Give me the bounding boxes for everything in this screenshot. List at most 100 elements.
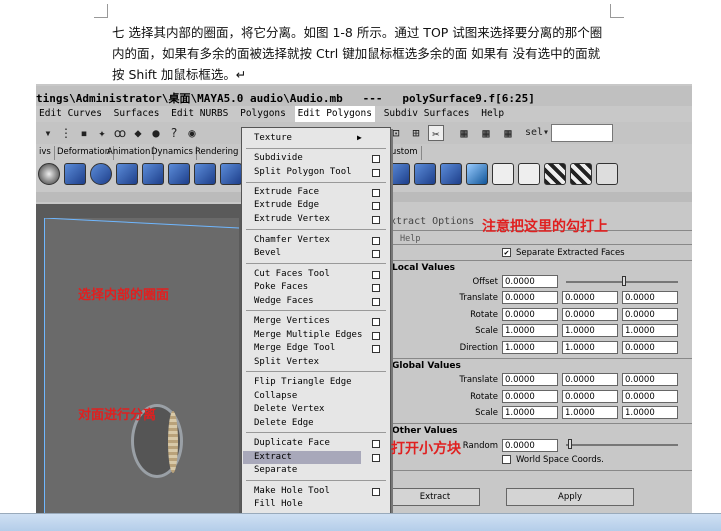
option-box-icon[interactable] (372, 271, 380, 279)
option-box-icon[interactable] (372, 284, 380, 292)
cylinder-icon[interactable] (116, 163, 138, 185)
global-rotate-z[interactable]: 0.0000 (622, 390, 678, 403)
local-values-header[interactable]: Local Values (392, 263, 455, 273)
option-box-icon[interactable] (372, 488, 380, 496)
global-rotate-y[interactable]: 0.0000 (562, 390, 618, 403)
menu-item-merge-multiple-edges[interactable]: Merge Multiple Edges (254, 330, 362, 343)
cone-icon[interactable] (142, 163, 164, 185)
world-space-coords-checkbox[interactable] (502, 455, 511, 464)
random-slider[interactable] (566, 444, 678, 446)
local-rotate-x[interactable]: 0.0000 (502, 308, 558, 321)
object-mode-icon[interactable]: ▪ (76, 125, 92, 141)
hierarchy-icon[interactable]: ⋮ (58, 125, 74, 141)
local-rotate-z[interactable]: 0.0000 (622, 308, 678, 321)
split-icon[interactable] (388, 163, 410, 185)
local-scale-x[interactable]: 1.0000 (502, 324, 558, 337)
local-translate-x[interactable]: 0.0000 (502, 291, 558, 304)
misc-icon[interactable]: ● (148, 125, 164, 141)
local-direction-x[interactable]: 1.0000 (502, 341, 558, 354)
option-box-icon[interactable] (372, 298, 380, 306)
ipr-render-icon[interactable]: ▦ (478, 125, 494, 141)
curve-snap-icon[interactable]: ꝏ (112, 125, 128, 141)
option-box-icon[interactable] (372, 345, 380, 353)
global-scale-z[interactable]: 1.0000 (622, 406, 678, 419)
append-icon[interactable] (466, 163, 488, 185)
menu-item-collapse[interactable]: Collapse (254, 391, 297, 404)
options-help-menu[interactable]: Help (400, 234, 420, 244)
tab-rendering[interactable]: Rendering (192, 146, 243, 160)
menu-item-make-hole-tool[interactable]: Make Hole Tool (254, 486, 330, 499)
help-icon[interactable]: ? (166, 125, 182, 141)
sphere-icon[interactable] (38, 163, 60, 185)
global-translate-z[interactable]: 0.0000 (622, 373, 678, 386)
cube-icon[interactable] (64, 163, 86, 185)
offset-field[interactable]: 0.0000 (502, 275, 558, 288)
menu-subdiv-surfaces[interactable]: Subdiv Surfaces (381, 106, 473, 122)
uv-icon[interactable] (518, 163, 540, 185)
global-scale-y[interactable]: 1.0000 (562, 406, 618, 419)
sel-label[interactable]: sel▾ (524, 125, 550, 141)
menu-item-extrude-edge[interactable]: Extrude Edge (254, 200, 319, 213)
menu-item-extract[interactable]: Extract (254, 452, 292, 465)
apply-button[interactable]: Apply (506, 488, 634, 506)
local-translate-z[interactable]: 0.0000 (622, 291, 678, 304)
menu-item-delete-vertex[interactable]: Delete Vertex (254, 404, 324, 417)
option-box-icon[interactable] (372, 250, 380, 258)
local-scale-z[interactable]: 1.0000 (622, 324, 678, 337)
menu-surfaces[interactable]: Surfaces (111, 106, 163, 122)
separate-extracted-faces-checkbox[interactable]: ✔ (502, 248, 511, 257)
local-direction-y[interactable]: 1.0000 (562, 341, 618, 354)
menu-polygons[interactable]: Polygons (237, 106, 289, 122)
menu-item-separate[interactable]: Separate (254, 465, 297, 478)
menu-edit-polygons[interactable]: Edit Polygons (294, 106, 375, 122)
bevel-icon[interactable] (414, 163, 436, 185)
menu-edit-curves[interactable]: Edit Curves (36, 106, 105, 122)
local-scale-y[interactable]: 1.0000 (562, 324, 618, 337)
menu-item-chamfer-vertex[interactable]: Chamfer Vertex (254, 235, 330, 248)
menu-set-icon[interactable]: ▾ (40, 125, 56, 141)
menu-edit-nurbs[interactable]: Edit NURBS (168, 106, 231, 122)
construction-history-icon[interactable]: ✂ (428, 125, 444, 141)
combine-icon[interactable] (220, 163, 242, 185)
global-scale-x[interactable]: 1.0000 (502, 406, 558, 419)
menu-item-texture[interactable]: Texture (254, 133, 292, 146)
perspective-viewport[interactable]: 选择内部的圈面 对面进行分离 (36, 204, 246, 514)
local-direction-z[interactable]: 0.0000 (622, 341, 678, 354)
merge-icon[interactable] (492, 163, 514, 185)
global-values-header[interactable]: Global Values (392, 361, 461, 371)
menu-item-split-polygon-tool[interactable]: Split Polygon Tool (254, 167, 352, 180)
menu-item-duplicate-face[interactable]: Duplicate Face (254, 438, 330, 451)
tab-subdivs[interactable]: ivs (36, 146, 55, 160)
local-translate-y[interactable]: 0.0000 (562, 291, 618, 304)
menu-item-poke-faces[interactable]: Poke Faces (254, 282, 308, 295)
lock-icon[interactable]: ◉ (184, 125, 200, 141)
option-box-icon[interactable] (372, 318, 380, 326)
snap-view-icon[interactable]: ⊞ (408, 125, 424, 141)
other-values-header[interactable]: Other Values (392, 426, 458, 436)
checker-icon[interactable] (544, 163, 566, 185)
menu-item-delete-edge[interactable]: Delete Edge (254, 418, 314, 431)
select-by-name-input[interactable] (551, 124, 613, 142)
menu-item-split-vertex[interactable]: Split Vertex (254, 357, 319, 370)
random-field[interactable]: 0.0000 (502, 439, 558, 452)
option-box-icon[interactable] (372, 237, 380, 245)
offset-slider-knob[interactable] (622, 276, 626, 286)
menu-item-fill-hole[interactable]: Fill Hole (254, 499, 303, 512)
vertex-mode-icon[interactable]: ✦ (94, 125, 110, 141)
option-box-icon[interactable] (372, 216, 380, 224)
option-box-icon[interactable] (372, 189, 380, 197)
global-translate-x[interactable]: 0.0000 (502, 373, 558, 386)
render-icon[interactable]: ▦ (456, 125, 472, 141)
render-globals-icon[interactable]: ▦ (500, 125, 516, 141)
extract-button[interactable]: Extract (390, 488, 480, 506)
menu-item-wedge-faces[interactable]: Wedge Faces (254, 296, 314, 309)
menu-item-subdivide[interactable]: Subdivide (254, 153, 303, 166)
menu-item-merge-vertices[interactable]: Merge Vertices (254, 316, 330, 329)
local-rotate-y[interactable]: 0.0000 (562, 308, 618, 321)
menu-item-flip-triangle-edge[interactable]: Flip Triangle Edge (254, 377, 352, 390)
extract-option-box-icon[interactable] (372, 454, 380, 462)
plane-icon[interactable] (168, 163, 190, 185)
menu-item-merge-edge-tool[interactable]: Merge Edge Tool (254, 343, 335, 356)
option-box-icon[interactable] (372, 332, 380, 340)
option-box-icon[interactable] (372, 202, 380, 210)
